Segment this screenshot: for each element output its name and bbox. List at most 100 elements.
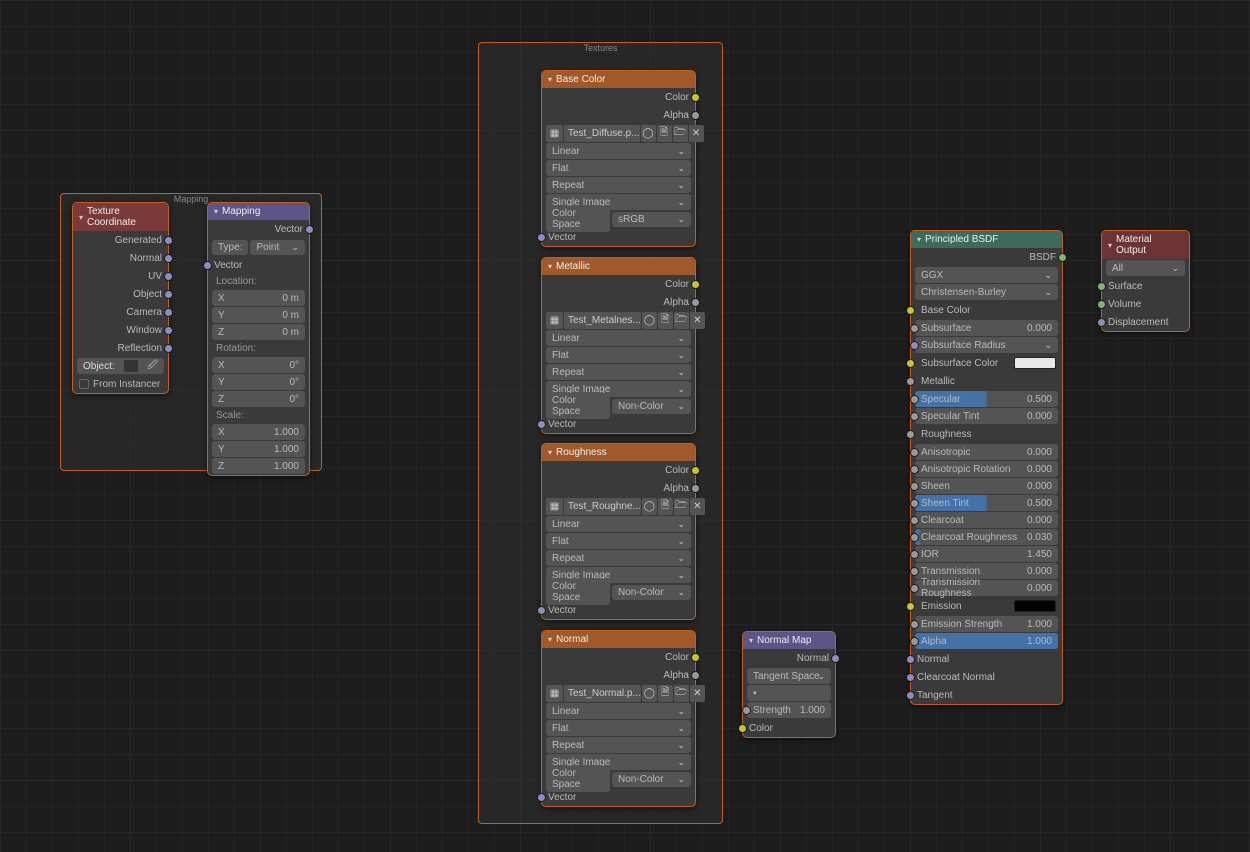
bsdf-dist[interactable]: GGX	[915, 267, 1058, 283]
input-subsurface[interactable]: Subsurface0.000	[915, 320, 1058, 336]
input-metallic: Metallic	[911, 372, 1062, 390]
input-displacement: Displacement	[1102, 313, 1189, 331]
open-icon[interactable]: 🗁	[673, 125, 688, 142]
image-datablock[interactable]: ▦ Test_Metalnes... ◯ 🗎 🗁 ✕	[546, 312, 691, 329]
new-icon[interactable]: 🗎	[658, 312, 673, 329]
input-normal: Normal	[911, 650, 1062, 668]
image-icon[interactable]: ▦	[546, 498, 563, 515]
node-header[interactable]: Roughness	[542, 444, 695, 461]
tex-proj[interactable]: Flat	[546, 160, 691, 176]
image-datablock[interactable]: ▦ Test_Normal.p... ◯ 🗎 🗁 ✕	[546, 685, 691, 702]
vec-Z[interactable]: Z1.000	[212, 458, 305, 474]
new-icon[interactable]: 🗎	[657, 125, 672, 142]
image-icon[interactable]: ▦	[546, 685, 563, 702]
object-picker[interactable]: Object:🖉	[77, 358, 164, 374]
users-icon[interactable]: ◯	[642, 312, 657, 329]
input-clearcoat[interactable]: Clearcoat0.000	[915, 512, 1058, 528]
unlink-icon[interactable]: ✕	[690, 312, 705, 329]
node-principled-bsdf[interactable]: Principled BSDF BSDF GGX Christensen-Bur…	[910, 230, 1063, 705]
input-anisotropic-rotation[interactable]: Anisotropic Rotation0.000	[915, 461, 1058, 477]
node-header[interactable]: Material Output	[1102, 231, 1189, 259]
input-sheen-tint[interactable]: Sheen Tint0.500	[915, 495, 1058, 511]
tex-interp[interactable]: Linear	[546, 703, 691, 719]
vec-Z[interactable]: Z0°	[212, 391, 305, 407]
tex-colorspace[interactable]: Color SpaceNon-Color	[546, 398, 691, 414]
tex-ext[interactable]: Repeat	[546, 550, 691, 566]
tex-colorspace[interactable]: Color SpaceNon-Color	[546, 771, 691, 787]
bsdf-sss-method[interactable]: Christensen-Burley	[915, 284, 1058, 300]
vec-X[interactable]: X0°	[212, 357, 305, 373]
tex-proj[interactable]: Flat	[546, 347, 691, 363]
input-base-color: Base Color	[911, 301, 1062, 319]
vec-X[interactable]: X0 m	[212, 290, 305, 306]
tex-proj[interactable]: Flat	[546, 533, 691, 549]
unlink-icon[interactable]: ✕	[689, 125, 704, 142]
input-anisotropic[interactable]: Anisotropic0.000	[915, 444, 1058, 460]
users-icon[interactable]: ◯	[642, 685, 657, 702]
node-tex-roughness[interactable]: Roughness Color Alpha ▦ Test_Roughne... …	[541, 443, 696, 620]
new-icon[interactable]: 🗎	[658, 498, 673, 515]
from-instancer-check[interactable]: From Instancer	[73, 375, 168, 393]
image-name[interactable]: Test_Roughne...	[564, 498, 641, 515]
tex-ext[interactable]: Repeat	[546, 737, 691, 753]
input-clearcoat-roughness[interactable]: Clearcoat Roughness0.030	[915, 529, 1058, 545]
vec-X[interactable]: X1.000	[212, 424, 305, 440]
input-alpha[interactable]: Alpha1.000	[915, 633, 1058, 649]
node-header[interactable]: Principled BSDF	[911, 231, 1062, 248]
input-emission[interactable]: Emission	[911, 597, 1062, 615]
users-icon[interactable]: ◯	[642, 498, 657, 515]
vec-Y[interactable]: Y1.000	[212, 441, 305, 457]
image-name[interactable]: Test_Diffuse.p...	[564, 125, 640, 142]
image-datablock[interactable]: ▦ Test_Roughne... ◯ 🗎 🗁 ✕	[546, 498, 691, 515]
node-header[interactable]: Normal Map	[743, 632, 835, 649]
vec-Y[interactable]: Y0°	[212, 374, 305, 390]
unlink-icon[interactable]: ✕	[690, 685, 705, 702]
node-header[interactable]: Texture Coordinate	[73, 203, 168, 231]
node-mapping[interactable]: Mapping Vector Type:Point Vector Locatio…	[207, 202, 310, 476]
open-icon[interactable]: 🗁	[674, 498, 689, 515]
nmap-uvmap[interactable]: ▪	[747, 685, 831, 701]
node-header[interactable]: Base Color	[542, 71, 695, 88]
unlink-icon[interactable]: ✕	[690, 498, 705, 515]
input-specular[interactable]: Specular0.500	[915, 391, 1058, 407]
node-tex-base-color[interactable]: Base Color Color Alpha ▦ Test_Diffuse.p.…	[541, 70, 696, 247]
users-icon[interactable]: ◯	[641, 125, 656, 142]
input-ior[interactable]: IOR1.450	[915, 546, 1058, 562]
vec-Y[interactable]: Y0 m	[212, 307, 305, 323]
input-transmission-roughness[interactable]: Transmission Roughness0.000	[915, 580, 1058, 596]
image-datablock[interactable]: ▦ Test_Diffuse.p... ◯ 🗎 🗁 ✕	[546, 125, 691, 142]
image-icon[interactable]: ▦	[546, 312, 563, 329]
mapping-type[interactable]: Type:Point	[212, 239, 305, 255]
node-material-output[interactable]: Material Output All SurfaceVolumeDisplac…	[1101, 230, 1190, 332]
open-icon[interactable]: 🗁	[674, 685, 689, 702]
tex-proj[interactable]: Flat	[546, 720, 691, 736]
node-header[interactable]: Metallic	[542, 258, 695, 275]
tex-colorspace[interactable]: Color SpaceNon-Color	[546, 584, 691, 600]
image-icon[interactable]: ▦	[546, 125, 563, 142]
input-emission-strength[interactable]: Emission Strength1.000	[915, 616, 1058, 632]
node-tex-metallic[interactable]: Metallic Color Alpha ▦ Test_Metalnes... …	[541, 257, 696, 434]
tex-interp[interactable]: Linear	[546, 143, 691, 159]
image-name[interactable]: Test_Normal.p...	[564, 685, 641, 702]
node-texture-coordinate[interactable]: Texture Coordinate GeneratedNormalUVObje…	[72, 202, 169, 394]
input-specular-tint[interactable]: Specular Tint0.000	[915, 408, 1058, 424]
node-normal-map[interactable]: Normal Map Normal Tangent Space ▪ Streng…	[742, 631, 836, 738]
open-icon[interactable]: 🗁	[674, 312, 689, 329]
image-name[interactable]: Test_Metalnes...	[564, 312, 641, 329]
tex-ext[interactable]: Repeat	[546, 177, 691, 193]
new-icon[interactable]: 🗎	[658, 685, 673, 702]
node-header[interactable]: Normal	[542, 631, 695, 648]
nmap-strength[interactable]: Strength1.000	[747, 702, 831, 718]
nmap-space[interactable]: Tangent Space	[747, 668, 831, 684]
tex-interp[interactable]: Linear	[546, 330, 691, 346]
tex-interp[interactable]: Linear	[546, 516, 691, 532]
input-subsurface-radius[interactable]: Subsurface Radius	[915, 337, 1058, 353]
input-subsurface-color[interactable]: Subsurface Color	[911, 354, 1062, 372]
input-sheen[interactable]: Sheen0.000	[915, 478, 1058, 494]
node-header[interactable]: Mapping	[208, 203, 309, 220]
tex-ext[interactable]: Repeat	[546, 364, 691, 380]
tex-colorspace[interactable]: Color SpacesRGB	[546, 211, 691, 227]
node-tex-normal[interactable]: Normal Color Alpha ▦ Test_Normal.p... ◯ …	[541, 630, 696, 807]
vec-Z[interactable]: Z0 m	[212, 324, 305, 340]
output-target[interactable]: All	[1106, 260, 1185, 276]
